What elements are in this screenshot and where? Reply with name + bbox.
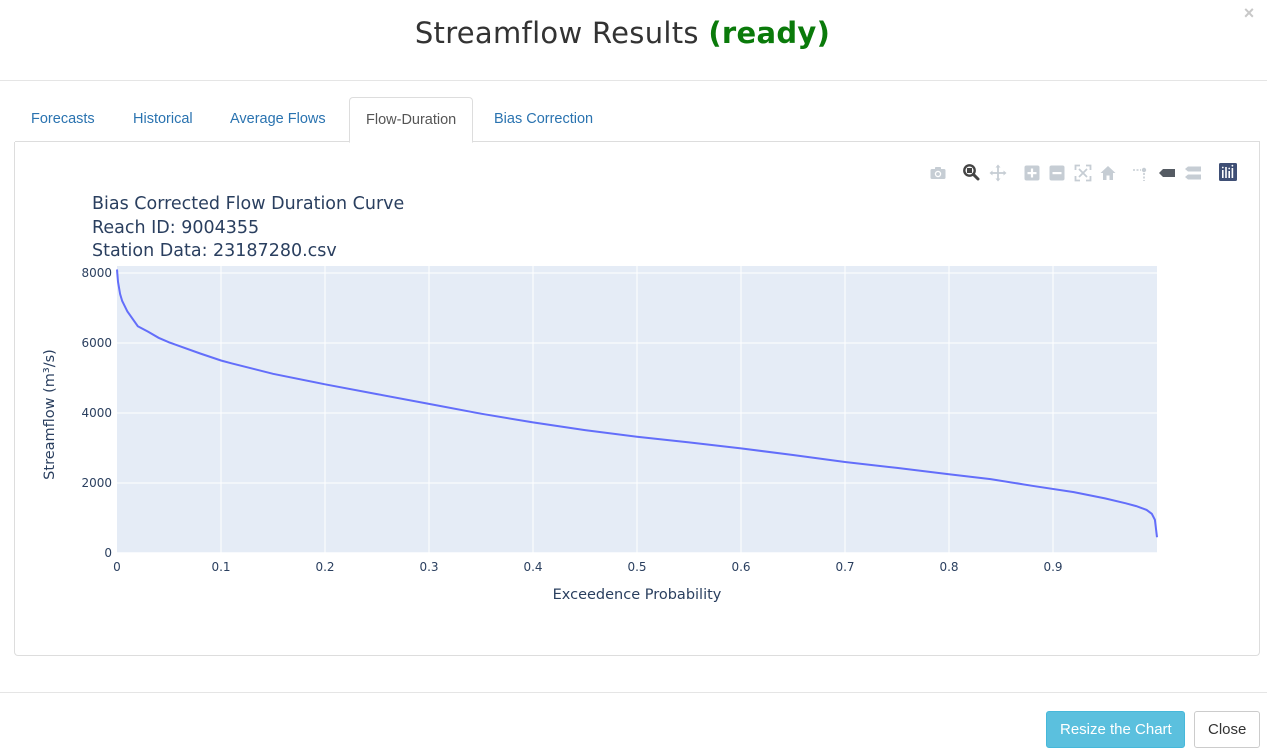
close-button[interactable]: Close (1194, 711, 1260, 748)
resize-chart-button[interactable]: Resize the Chart (1046, 711, 1185, 748)
y-tick-label: 4000 (81, 406, 112, 420)
x-tick-label: 0.6 (731, 560, 750, 574)
x-tick-label: 0 (113, 560, 121, 574)
y-tick-label: 6000 (81, 336, 112, 350)
x-tick-label: 0.2 (315, 560, 334, 574)
x-tick-label: 0.8 (939, 560, 958, 574)
x-tick-label: 0.9 (1043, 560, 1062, 574)
x-tick-label: 0.5 (627, 560, 646, 574)
y-tick-label: 2000 (81, 476, 112, 490)
y-tick-label: 8000 (81, 266, 112, 280)
x-tick-label: 0.3 (419, 560, 438, 574)
flow-duration-chart[interactable]: 0 0.1 0.2 0.3 0.4 0.5 0.6 0.7 0.8 0.9 0 2000 4000 600… (0, 0, 1267, 756)
modal-footer: Resize the Chart Close (0, 692, 1267, 756)
y-tick-label: 0 (104, 546, 112, 560)
x-axis-title: Exceedence Probability (553, 587, 722, 603)
x-tick-label: 0.1 (211, 560, 230, 574)
x-tick-label: 0.4 (523, 560, 542, 574)
x-tick-label: 0.7 (835, 560, 854, 574)
y-axis-title: Streamflow (m³/s) (42, 349, 58, 480)
